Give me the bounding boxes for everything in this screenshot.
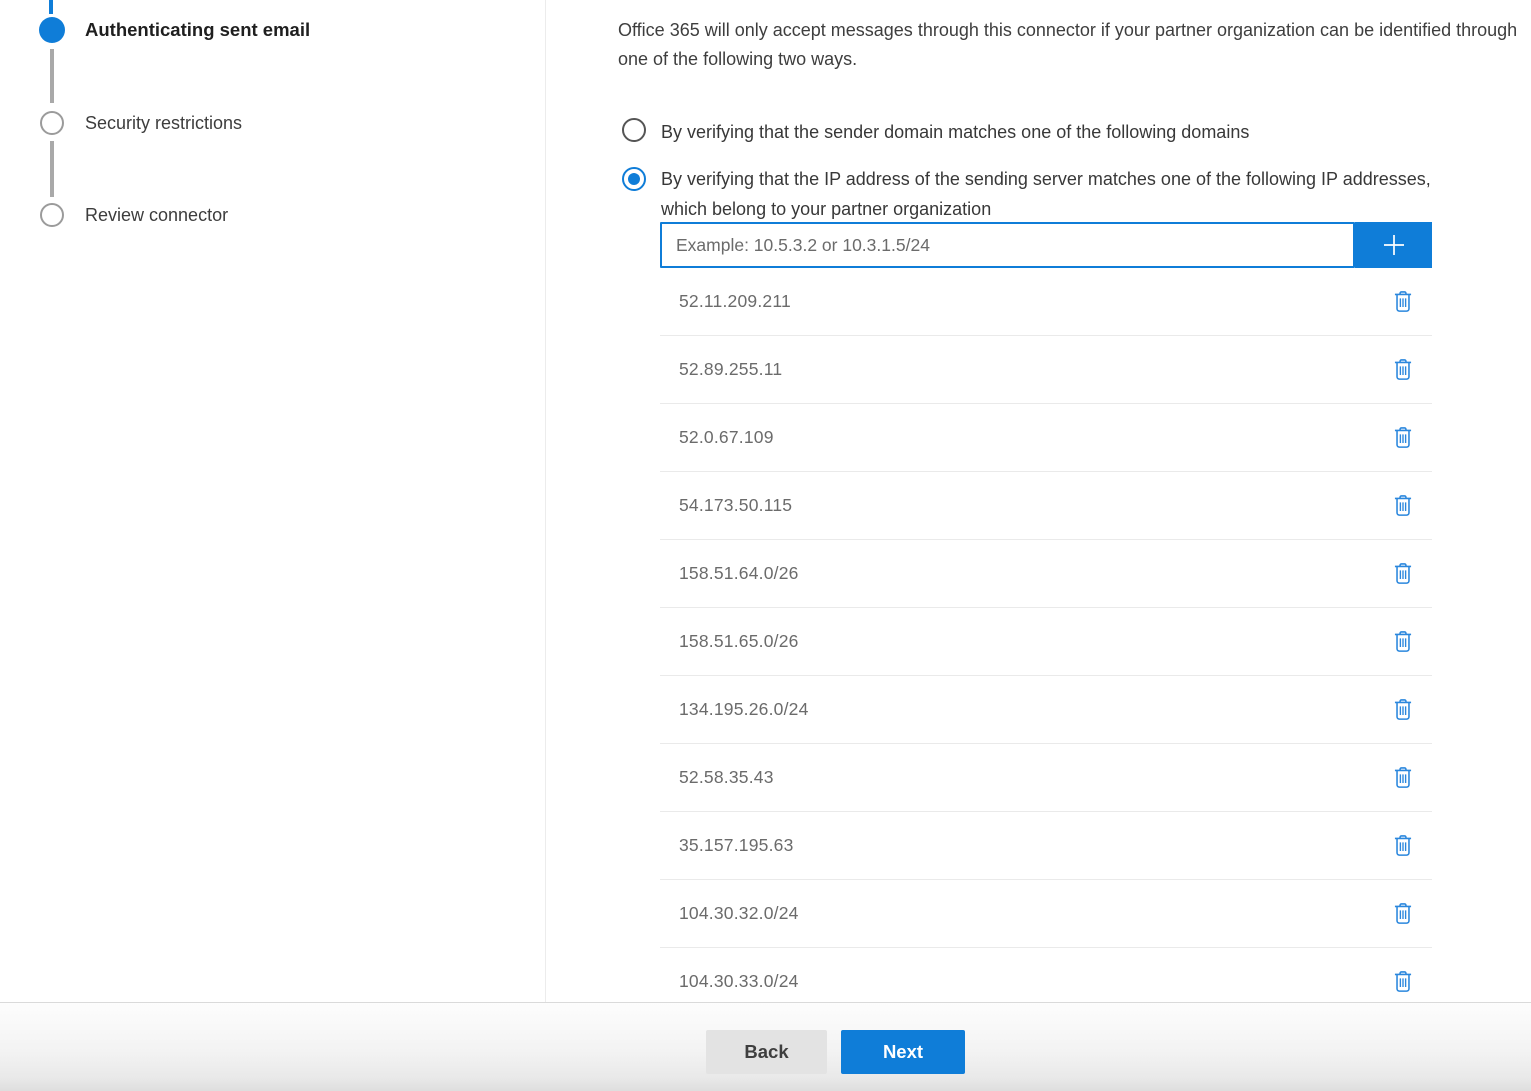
- step-indicator-review-connector: [40, 203, 64, 227]
- trash-icon: [1393, 971, 1413, 993]
- radio-sender-domain-label[interactable]: By verifying that the sender domain matc…: [661, 118, 1249, 148]
- ip-address-value: 134.195.26.0/24: [679, 699, 809, 720]
- ip-list-item: 52.11.209.211: [660, 268, 1432, 336]
- delete-ip-button[interactable]: [1391, 629, 1415, 655]
- delete-ip-button[interactable]: [1391, 357, 1415, 383]
- trash-icon: [1393, 563, 1413, 585]
- step-rail-segment: [50, 49, 54, 103]
- next-button[interactable]: Next: [841, 1030, 965, 1074]
- ip-address-value: 52.89.255.11: [679, 359, 782, 380]
- step-label-security-restrictions: Security restrictions: [85, 113, 242, 134]
- trash-icon: [1393, 291, 1413, 313]
- ip-list-item: 134.195.26.0/24: [660, 676, 1432, 744]
- ip-list-item: 54.173.50.115: [660, 472, 1432, 540]
- step-rail-segment: [50, 141, 54, 197]
- ip-address-list: 52.11.209.211 52.89.255.11: [660, 268, 1432, 1016]
- step-label-review-connector: Review connector: [85, 205, 228, 226]
- delete-ip-button[interactable]: [1391, 969, 1415, 995]
- wizard-footer: Back Next: [0, 1002, 1531, 1091]
- delete-ip-button[interactable]: [1391, 425, 1415, 451]
- step-indicator-security-restrictions: [40, 111, 64, 135]
- ip-list-item: 158.51.65.0/26: [660, 608, 1432, 676]
- back-button[interactable]: Back: [706, 1030, 827, 1074]
- ip-address-value: 104.30.32.0/24: [679, 903, 799, 924]
- trash-icon: [1393, 427, 1413, 449]
- delete-ip-button[interactable]: [1391, 289, 1415, 315]
- ip-list-item: 52.58.35.43: [660, 744, 1432, 812]
- ip-address-input[interactable]: [660, 222, 1355, 268]
- delete-ip-button[interactable]: [1391, 561, 1415, 587]
- trash-icon: [1393, 631, 1413, 653]
- sidebar-content-divider: [545, 0, 546, 1002]
- trash-icon: [1393, 495, 1413, 517]
- ip-address-value: 52.0.67.109: [679, 427, 774, 448]
- ip-address-value: 54.173.50.115: [679, 495, 792, 516]
- ip-address-value: 104.30.33.0/24: [679, 971, 799, 992]
- radio-sender-domain[interactable]: [622, 118, 646, 142]
- trash-icon: [1393, 767, 1413, 789]
- step-rail-completed-segment: [49, 0, 53, 14]
- ip-list-item: 35.157.195.63: [660, 812, 1432, 880]
- ip-address-value: 52.11.209.211: [679, 291, 791, 312]
- trash-icon: [1393, 835, 1413, 857]
- ip-address-value: 35.157.195.63: [679, 835, 794, 856]
- ip-address-value: 158.51.64.0/26: [679, 563, 799, 584]
- ip-list-item: 104.30.32.0/24: [660, 880, 1432, 948]
- delete-ip-button[interactable]: [1391, 901, 1415, 927]
- connector-wizard-page: Authenticating sent email Security restr…: [0, 0, 1531, 1002]
- radio-ip-address[interactable]: [622, 167, 646, 191]
- plus-icon: [1378, 229, 1410, 261]
- radio-selected-dot: [628, 173, 640, 185]
- delete-ip-button[interactable]: [1391, 697, 1415, 723]
- trash-icon: [1393, 359, 1413, 381]
- step-label-authenticating-sent-email: Authenticating sent email: [85, 19, 310, 41]
- delete-ip-button[interactable]: [1391, 765, 1415, 791]
- delete-ip-button[interactable]: [1391, 493, 1415, 519]
- radio-ip-address-label[interactable]: By verifying that the IP address of the …: [661, 165, 1476, 224]
- delete-ip-button[interactable]: [1391, 833, 1415, 859]
- step-indicator-authenticating-sent-email: [39, 17, 65, 43]
- ip-list-item: 52.89.255.11: [660, 336, 1432, 404]
- ip-address-value: 52.58.35.43: [679, 767, 774, 788]
- ip-list-item: 52.0.67.109: [660, 404, 1432, 472]
- ip-address-value: 158.51.65.0/26: [679, 631, 799, 652]
- trash-icon: [1393, 699, 1413, 721]
- add-ip-button[interactable]: [1355, 222, 1432, 268]
- trash-icon: [1393, 903, 1413, 925]
- ip-list-item: 158.51.64.0/26: [660, 540, 1432, 608]
- page-description: Office 365 will only accept messages thr…: [618, 16, 1526, 74]
